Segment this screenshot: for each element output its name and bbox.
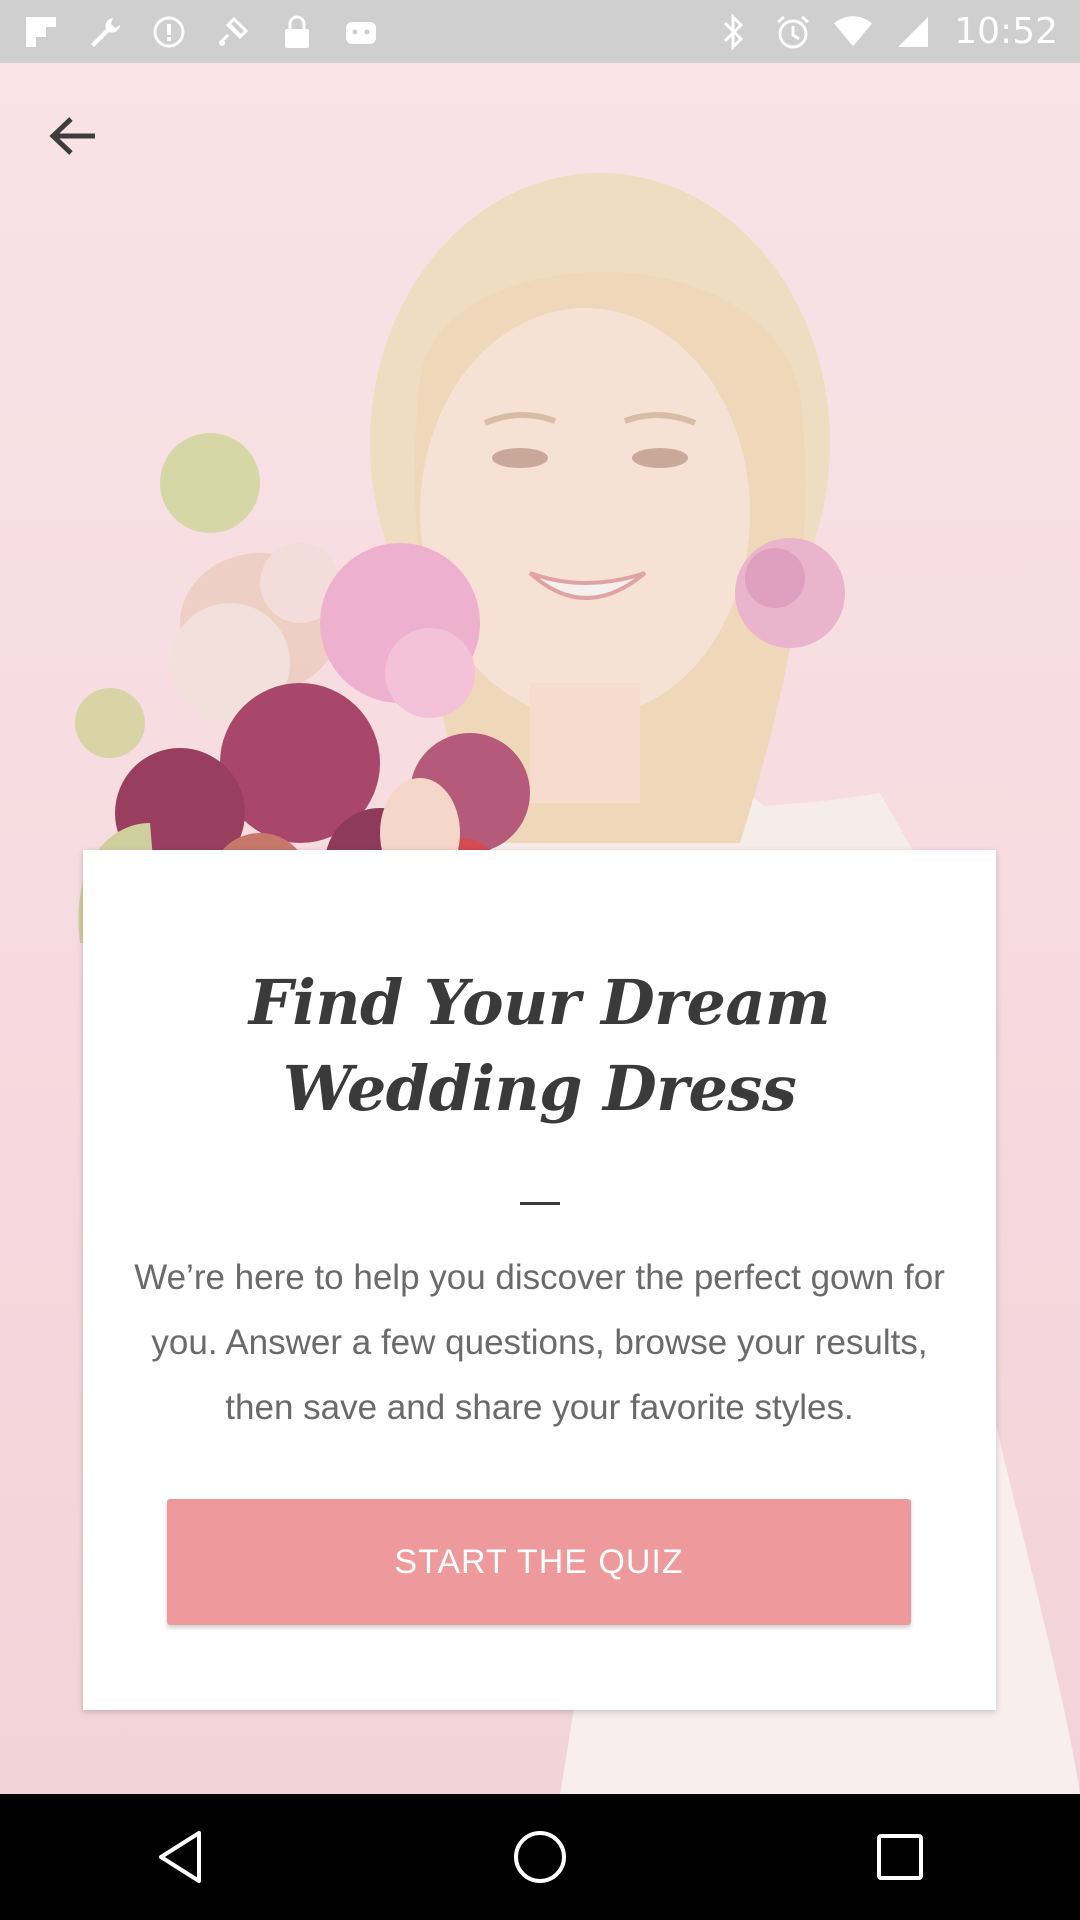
status-bar: 10:52 <box>0 0 1080 63</box>
card-description: We’re here to help you discover the perf… <box>134 1258 945 1427</box>
android-icon <box>342 13 380 51</box>
signal-icon <box>894 13 932 51</box>
recents-square-icon <box>877 1834 923 1880</box>
arrow-back-icon <box>49 117 95 155</box>
back-button[interactable] <box>40 103 106 169</box>
wrench-icon <box>86 13 124 51</box>
bluetooth-icon <box>714 12 752 51</box>
alarm-icon <box>774 13 812 51</box>
start-quiz-button[interactable]: START THE QUIZ <box>167 1499 911 1625</box>
status-left-icons <box>22 13 380 51</box>
flipboard-icon <box>22 13 60 51</box>
quiz-intro-card: Find Your Dream Wedding Dress We’re here… <box>83 850 996 1710</box>
nav-home-button[interactable] <box>495 1812 585 1902</box>
home-circle-icon <box>514 1831 566 1883</box>
lock-icon <box>278 13 316 51</box>
card-title: Find Your Dream Wedding Dress <box>248 966 831 1125</box>
alert-icon <box>150 13 188 51</box>
wifi-icon <box>834 13 873 51</box>
status-right-icons: 10:52 <box>714 11 1058 52</box>
nav-recents-button[interactable] <box>855 1812 945 1902</box>
title-divider <box>519 1202 560 1205</box>
nav-back-button[interactable] <box>135 1812 225 1902</box>
back-triangle-icon <box>159 1831 201 1883</box>
fake-gps-icon <box>214 13 252 51</box>
status-time: 10:52 <box>954 11 1058 52</box>
navigation-bar <box>0 1794 1080 1920</box>
